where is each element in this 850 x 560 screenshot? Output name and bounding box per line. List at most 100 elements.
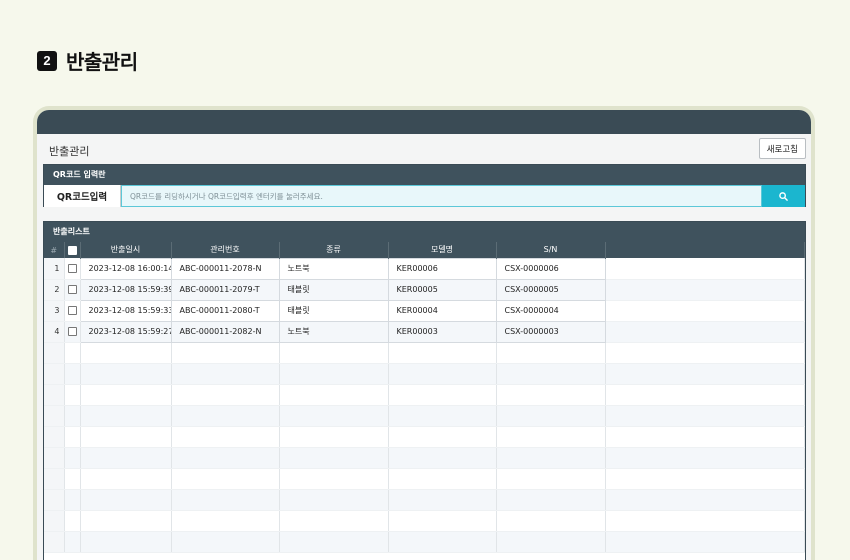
column-header-filler (605, 242, 805, 258)
column-header-code: 관리번호 (171, 242, 280, 258)
cell-index: 2 (44, 279, 65, 301)
cell-filler (605, 279, 805, 301)
empty-cell (80, 447, 172, 469)
empty-cell (496, 426, 606, 448)
empty-cell (605, 384, 805, 406)
empty-cell (496, 384, 606, 406)
empty-cell (496, 468, 606, 490)
empty-table-row (44, 531, 805, 553)
cell-model: KER00006 (387, 257, 497, 280)
cell-date: 2023-12-08 15:59:27 (79, 320, 172, 343)
empty-cell (64, 426, 81, 448)
empty-cell (605, 342, 805, 364)
cell-filler (605, 258, 805, 280)
row-checkbox[interactable] (67, 327, 77, 336)
cell-select[interactable] (64, 321, 81, 343)
empty-cell (80, 384, 172, 406)
row-checkbox[interactable] (67, 285, 77, 294)
empty-cell (388, 384, 497, 406)
empty-cell (44, 342, 65, 364)
cell-type: 태블릿 (278, 299, 389, 322)
cell-code: ABC-000011-2079-T (170, 278, 280, 301)
empty-cell (496, 363, 606, 385)
empty-table-row (44, 489, 805, 511)
empty-cell (44, 468, 65, 490)
column-header-date: 반출일시 (80, 242, 172, 258)
empty-cell (171, 342, 280, 364)
cell-type: 노트북 (278, 320, 389, 343)
app-window: 반출관리 새로고침 QR코드 입력란 QR코드입력 반출리스트 # (37, 110, 811, 560)
empty-table-row (44, 447, 805, 469)
empty-cell (64, 384, 81, 406)
empty-cell (279, 489, 389, 511)
empty-cell (388, 342, 497, 364)
empty-cell (80, 342, 172, 364)
qr-search-button[interactable] (762, 185, 805, 207)
table-row[interactable]: 1 2023-12-08 16:00:14 ABC-000011-2078-N 노트북… (44, 257, 805, 280)
empty-cell (605, 531, 805, 553)
table-row[interactable]: 2 2023-12-08 15:59:39 ABC-000011-2079-T 태블릿… (44, 278, 805, 301)
empty-cell (496, 447, 606, 469)
export-list-table: # 반출일시 관리번호 종류 모델명 S/N 1 2023-12-08 16:00… (44, 242, 805, 553)
refresh-button[interactable]: 새로고침 (758, 138, 806, 159)
cell-model: KER00005 (387, 278, 497, 301)
cell-filler (605, 321, 805, 343)
empty-cell (64, 363, 81, 385)
cell-select[interactable] (64, 300, 81, 322)
cell-select[interactable] (64, 279, 81, 301)
table-row[interactable]: 3 2023-12-08 15:59:33 ABC-000011-2080-T 태블릿… (44, 299, 805, 322)
empty-table-row (44, 426, 805, 448)
empty-cell (171, 531, 280, 553)
empty-cell (605, 489, 805, 511)
step-title: 2 반출관리 (37, 46, 138, 75)
empty-cell (388, 405, 497, 427)
empty-cell (44, 384, 65, 406)
empty-cell (388, 447, 497, 469)
empty-cell (388, 510, 497, 532)
empty-cell (171, 489, 280, 511)
empty-cell (605, 363, 805, 385)
empty-cell (80, 510, 172, 532)
empty-cell (279, 510, 389, 532)
cell-type: 태블릿 (278, 278, 389, 301)
cell-sn: CSX-0000004 (495, 299, 606, 322)
empty-cell (44, 531, 65, 553)
table-row[interactable]: 4 2023-12-08 15:59:27 ABC-000011-2082-N 노트북… (44, 320, 805, 343)
empty-cell (279, 363, 389, 385)
cell-select[interactable] (64, 258, 81, 280)
empty-cell (44, 426, 65, 448)
window-titlebar (37, 110, 811, 134)
empty-table-row (44, 342, 805, 364)
empty-cell (80, 426, 172, 448)
cell-date: 2023-12-08 16:00:14 (79, 257, 172, 280)
empty-table-row (44, 405, 805, 427)
empty-cell (44, 447, 65, 469)
empty-cell (279, 447, 389, 469)
row-checkbox[interactable] (67, 306, 77, 315)
cell-sn: CSX-0000003 (495, 320, 606, 343)
empty-cell (496, 531, 606, 553)
page-header: 반출관리 새로고침 (37, 134, 811, 164)
empty-cell (44, 363, 65, 385)
qr-panel-title: QR코드 입력란 (44, 165, 805, 185)
empty-cell (279, 384, 389, 406)
table-header-row: # 반출일시 관리번호 종류 모델명 S/N (44, 242, 805, 258)
select-all-checkbox[interactable] (67, 245, 77, 255)
qr-code-input[interactable] (121, 185, 762, 207)
empty-cell (496, 342, 606, 364)
empty-cell (279, 468, 389, 490)
empty-cell (388, 468, 497, 490)
empty-cell (171, 384, 280, 406)
empty-cell (171, 468, 280, 490)
empty-cell (80, 405, 172, 427)
cell-sn: CSX-0000006 (495, 257, 606, 280)
column-header-select-all[interactable] (64, 242, 81, 258)
search-icon (779, 191, 788, 201)
row-checkbox[interactable] (67, 263, 77, 273)
cell-index: 4 (44, 321, 65, 343)
cell-code: ABC-000011-2082-N (170, 320, 280, 343)
empty-cell (388, 363, 497, 385)
empty-table-row (44, 384, 805, 406)
empty-cell (171, 426, 280, 448)
empty-table-row (44, 468, 805, 490)
